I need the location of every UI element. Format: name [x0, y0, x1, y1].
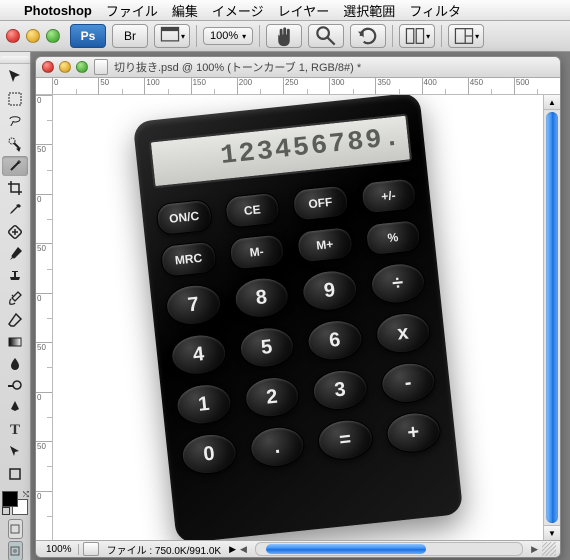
calc-key-onc: ON/C: [155, 198, 213, 236]
app-name[interactable]: Photoshop: [24, 3, 92, 18]
history-brush-tool[interactable]: [2, 288, 28, 308]
doc-zoom-button[interactable]: [76, 61, 88, 73]
vertical-scroll-thumb[interactable]: [546, 112, 558, 523]
color-swatches[interactable]: ⤭: [2, 491, 28, 515]
calc-key-sub: -: [379, 360, 437, 405]
path-select-tool[interactable]: [2, 442, 28, 462]
doc-close-button[interactable]: [42, 61, 54, 73]
pen-tool[interactable]: [2, 398, 28, 418]
arrange-documents-button[interactable]: ▾: [399, 24, 435, 48]
calc-key-div: ÷: [368, 260, 426, 305]
calc-key-9: 9: [300, 267, 358, 312]
clone-stamp-tool[interactable]: [2, 266, 28, 286]
blur-tool[interactable]: [2, 354, 28, 374]
zoom-tool-button[interactable]: [308, 24, 344, 48]
zoom-button[interactable]: [46, 29, 60, 43]
horizontal-scrollbar[interactable]: [255, 542, 523, 556]
calc-key-mminus: M-: [228, 233, 286, 271]
ps-home-button[interactable]: Ps: [70, 24, 106, 48]
hand-tool-button[interactable]: [266, 24, 302, 48]
calc-key-5: 5: [237, 324, 295, 369]
resize-grip[interactable]: [542, 542, 556, 556]
status-bar: 100% ファイル : 750.0K/991.0K ▶ ◀ ▶: [36, 540, 560, 557]
calc-key-ce: CE: [223, 191, 281, 229]
calc-key-7: 7: [164, 282, 222, 327]
scroll-up-button[interactable]: ▲: [544, 95, 560, 110]
shape-tool[interactable]: [2, 464, 28, 484]
calculator-image: 123456789. ON/C CE OFF +/- MRC M- M+ %: [133, 95, 464, 540]
menu-layer[interactable]: レイヤー: [278, 1, 330, 20]
calc-key-6: 6: [306, 317, 364, 362]
zoom-level[interactable]: 100%▾: [203, 27, 253, 45]
calc-key-mul: x: [374, 310, 432, 355]
lasso-tool[interactable]: [2, 111, 28, 131]
canvas-area: 切り抜き.psd @ 100% (トーンカーブ 1, RGB/8#) * 0 5…: [31, 52, 570, 560]
window-controls: [6, 29, 60, 43]
menu-edit[interactable]: 編集: [172, 1, 198, 20]
menu-image[interactable]: イメージ: [212, 1, 264, 20]
healing-brush-tool[interactable]: [2, 222, 28, 242]
options-bar: Ps Br ▾ 100%▾ ▾ ▾: [0, 21, 570, 52]
calc-key-percent: %: [364, 218, 422, 256]
scroll-left-button[interactable]: ◀: [240, 544, 247, 555]
standard-mode-button[interactable]: [8, 519, 23, 539]
calc-key-mplus: M+: [296, 226, 354, 264]
scroll-right-button[interactable]: ▶: [531, 544, 538, 555]
vertical-ruler[interactable]: 0 50 0 50 0 50 0 50 0: [36, 95, 53, 540]
dodge-tool[interactable]: [2, 376, 28, 396]
calc-key-add: +: [384, 409, 442, 454]
workspace-switcher-button[interactable]: ▾: [448, 24, 484, 48]
calc-key-4: 4: [169, 331, 227, 376]
document-title: 切り抜き.psd @ 100% (トーンカーブ 1, RGB/8#) *: [114, 59, 361, 75]
calc-key-eq: =: [316, 416, 374, 461]
type-tool[interactable]: T: [2, 420, 28, 440]
foreground-color[interactable]: [2, 491, 18, 507]
toolbox-grip[interactable]: [0, 56, 30, 64]
scroll-down-button[interactable]: ▼: [544, 525, 560, 540]
menubar: Photoshop ファイル 編集 イメージ レイヤー 選択範囲 フィルタ: [0, 0, 570, 21]
move-tool[interactable]: [2, 67, 28, 87]
canvas-viewport[interactable]: 123456789. ON/C CE OFF +/- MRC M- M+ %: [53, 95, 543, 540]
horizontal-ruler[interactable]: 0 50 100 150 200 250 300 350 400 450 500: [36, 78, 560, 95]
brush-tool[interactable]: [2, 244, 28, 264]
bridge-button[interactable]: Br: [112, 24, 148, 48]
menu-file[interactable]: ファイル: [106, 1, 158, 20]
gradient-tool[interactable]: [2, 332, 28, 352]
calc-key-sign: +/-: [360, 177, 418, 215]
calc-key-8: 8: [232, 274, 290, 319]
status-menu-button[interactable]: ▶: [229, 544, 236, 555]
crop-tool[interactable]: [2, 178, 28, 198]
menu-select[interactable]: 選択範囲: [343, 1, 395, 20]
screen-mode-button[interactable]: ▾: [154, 24, 190, 48]
calc-key-mrc: MRC: [160, 240, 218, 278]
calc-key-2: 2: [243, 374, 301, 419]
calc-key-0: 0: [180, 431, 238, 476]
calc-key-1: 1: [175, 381, 233, 426]
menu-filter[interactable]: フィルタ: [409, 1, 461, 20]
eraser-tool[interactable]: [2, 310, 28, 330]
default-colors-icon[interactable]: [2, 507, 10, 515]
status-fileinfo[interactable]: ファイル : 750.0K/991.0K: [103, 542, 226, 557]
status-zoom[interactable]: 100%: [40, 544, 79, 555]
calc-key-off: OFF: [292, 184, 350, 222]
calc-key-dot: .: [248, 424, 306, 469]
quick-mask-button[interactable]: [8, 541, 23, 560]
vertical-scrollbar[interactable]: ▲ ▼: [543, 95, 560, 540]
toolbox: T ⤭: [0, 52, 31, 560]
close-button[interactable]: [6, 29, 20, 43]
quick-select-tool[interactable]: [2, 133, 28, 153]
horizontal-scroll-thumb[interactable]: [266, 544, 426, 554]
minimize-button[interactable]: [26, 29, 40, 43]
document-titlebar[interactable]: 切り抜き.psd @ 100% (トーンカーブ 1, RGB/8#) *: [36, 57, 560, 78]
document-window: 切り抜き.psd @ 100% (トーンカーブ 1, RGB/8#) * 0 5…: [35, 56, 561, 558]
rotate-view-button[interactable]: [350, 24, 386, 48]
magic-wand-tool[interactable]: [2, 156, 28, 176]
status-doc-icon[interactable]: [83, 542, 99, 556]
doc-minimize-button[interactable]: [59, 61, 71, 73]
marquee-tool[interactable]: [2, 89, 28, 109]
calc-display: 123456789.: [149, 113, 413, 188]
document-icon: [94, 59, 108, 75]
eyedropper-tool[interactable]: [2, 200, 28, 220]
calc-key-3: 3: [311, 367, 369, 412]
